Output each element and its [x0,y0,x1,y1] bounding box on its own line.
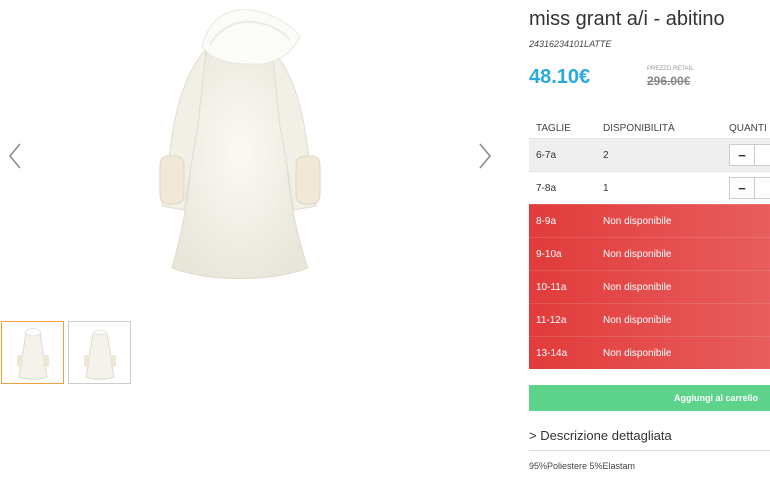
table-row-unavailable: 9-10a Non disponibile [529,237,770,270]
quantity-stepper: − [729,144,770,166]
header-quantita: QUANTI [729,123,767,134]
table-row-unavailable: 8-9a Non disponibile [529,204,770,237]
size-label: 7-8a [536,183,557,194]
unavailable-sizes: 8-9a Non disponibile 9-10a Non disponibi… [529,204,770,369]
table-row-unavailable: 13-14a Non disponibile [529,336,770,369]
header-disponibilita: DISPONIBILITÀ [603,123,675,134]
table-row-unavailable: 10-11a Non disponibile [529,270,770,303]
table-row-unavailable: 11-12a Non disponibile [529,303,770,336]
availability-value: Non disponibile [603,315,672,326]
qty-minus-button[interactable]: − [729,177,755,199]
availability-value: 1 [603,183,609,194]
availability-value: Non disponibile [603,282,672,293]
size-table-header: TAGLIE DISPONIBILITÀ QUANTI [529,118,770,138]
product-price: 48.10€ [529,66,591,88]
availability-value: 2 [603,150,609,161]
retail-price: 296.00€ [647,74,691,88]
size-label: 11-12a [536,315,567,326]
divider [529,450,770,451]
availability-value: Non disponibile [603,348,672,359]
product-gallery [0,0,500,488]
size-table: TAGLIE DISPONIBILITÀ QUANTI 6-7a 2 − 7-8… [529,118,770,369]
availability-value: Non disponibile [603,216,672,227]
chevron-right-icon[interactable] [474,140,494,172]
size-label: 10-11a [536,282,567,293]
size-label: 8-9a [536,216,557,227]
table-row: 6-7a 2 − [529,138,770,171]
size-label: 6-7a [536,150,557,161]
table-row: 7-8a 1 − [529,171,770,204]
add-to-cart-button[interactable]: Aggiungi al carrello [529,385,770,411]
product-info-panel: miss grant a/i - abitino 24316234101LATT… [529,0,770,488]
thumbnail-2[interactable] [68,321,131,384]
quantity-input[interactable] [755,144,770,166]
thumbnail-strip [1,321,131,384]
description-toggle[interactable]: > Descrizione dettagliata [529,428,672,443]
header-taglie: TAGLIE [536,123,571,134]
chevron-left-icon[interactable] [6,140,26,172]
qty-minus-button[interactable]: − [729,144,755,166]
thumbnail-1[interactable] [1,321,64,384]
product-title: miss grant a/i - abitino [529,8,725,30]
quantity-stepper: − [729,177,770,199]
quantity-input[interactable] [755,177,770,199]
retail-price-label: PREZZO RETAIL [647,66,694,72]
size-label: 9-10a [536,249,562,260]
size-label: 13-14a [536,348,568,359]
description-text: 95%Poliestere 5%Elastam [529,461,636,471]
product-main-image [150,6,330,288]
availability-value: Non disponibile [603,249,672,260]
product-sku: 24316234101LATTE [529,39,612,49]
